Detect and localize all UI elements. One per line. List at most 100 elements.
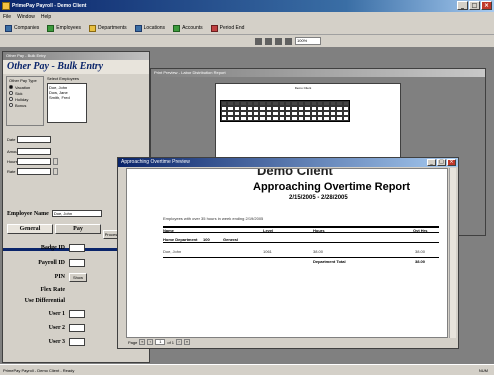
zoom-icon[interactable] bbox=[285, 37, 292, 45]
employee-listbox[interactable]: Doe, John Dow, Jane Smith, Fred bbox=[47, 83, 87, 123]
print-preview-title-bar: Print Preview - Labor Distribution Repor… bbox=[151, 69, 485, 77]
user-1-field[interactable] bbox=[69, 310, 85, 318]
zoom-select[interactable]: 100% bbox=[295, 37, 321, 45]
toolbar-companies-button[interactable]: Companies bbox=[3, 23, 41, 33]
tab-general[interactable]: General bbox=[7, 224, 53, 234]
badge-id-field[interactable] bbox=[69, 244, 85, 252]
toolbar-accounts-label: Accounts bbox=[182, 25, 203, 31]
report-maximize-button[interactable]: □ bbox=[437, 159, 446, 166]
print-icon[interactable] bbox=[255, 37, 262, 45]
last-page-button[interactable]: » bbox=[184, 339, 191, 345]
dept-label: Home Department bbox=[163, 237, 198, 242]
radio-label: Vacation bbox=[15, 84, 31, 90]
user-3-label: User 3 bbox=[48, 339, 65, 345]
field-label: Date bbox=[7, 137, 16, 142]
user-2-field[interactable] bbox=[69, 324, 85, 332]
toolbar-accounts-button[interactable]: Accounts bbox=[171, 23, 205, 33]
bulk-entry-title-bar: Other Pay - Bulk Entry bbox=[3, 52, 149, 60]
field-row-amount: Amount bbox=[7, 148, 51, 155]
first-page-button[interactable]: « bbox=[139, 339, 146, 345]
toolbar-locations-button[interactable]: Locations bbox=[133, 23, 167, 33]
user-3-field[interactable] bbox=[69, 338, 85, 346]
user-2-label: User 2 bbox=[48, 325, 65, 331]
table-row: Doe, John 1061 38.00 38.00 bbox=[163, 249, 439, 255]
show-pin-button[interactable]: Show bbox=[69, 273, 87, 282]
export-icon[interactable] bbox=[275, 37, 282, 45]
bulk-entry-banner: Other Pay - Bulk Entry bbox=[3, 60, 149, 74]
app-title-bar: PrimePay Payroll - Demo Client _ □ × bbox=[0, 0, 494, 12]
date-field[interactable] bbox=[17, 136, 51, 143]
page-of-label: of 1 bbox=[167, 339, 175, 345]
radio-dot bbox=[9, 97, 13, 101]
toolbar-employees-label: Employees bbox=[56, 25, 82, 31]
total-value: 38.00 bbox=[415, 259, 426, 264]
window-controls: _ □ × bbox=[457, 1, 492, 11]
toolbar-departments-button[interactable]: Departments bbox=[87, 23, 129, 33]
menu-window[interactable]: Window bbox=[17, 12, 35, 22]
main-toolbar: Companies Employees Departments Location… bbox=[0, 22, 494, 35]
ledger-icon bbox=[173, 24, 181, 32]
prev-page-button[interactable]: ‹ bbox=[147, 339, 154, 345]
minimize-button[interactable]: _ bbox=[457, 1, 468, 10]
report-subtitle: Employees with over 35 hours in week end… bbox=[163, 216, 264, 221]
calendar-icon bbox=[210, 24, 218, 32]
row-ovt: 38.00 bbox=[415, 249, 426, 254]
employee-list-label: Select Employees bbox=[47, 76, 80, 81]
pay-type-group: Other Pay Type Vacation Sick Holiday Bon… bbox=[6, 76, 44, 126]
report-title-bar: Approaching Overtime Preview _ □ × bbox=[118, 158, 458, 167]
field-row-rate: Rate bbox=[7, 168, 58, 175]
page-setup-icon[interactable] bbox=[265, 37, 272, 45]
tab-pay[interactable]: Pay bbox=[55, 224, 101, 234]
employee-name-field[interactable]: Doe, John bbox=[51, 210, 102, 217]
status-num-lock: NUM bbox=[478, 368, 488, 373]
total-label: Department Total bbox=[313, 259, 346, 264]
report-vertical-scrollbar[interactable] bbox=[449, 168, 456, 338]
field-label: Amount bbox=[7, 149, 21, 154]
use-differential-label: Use Differential bbox=[24, 298, 65, 304]
report-close-button[interactable]: × bbox=[447, 159, 456, 166]
row-name: Doe, John bbox=[163, 249, 182, 254]
toolbar-period-end-button[interactable]: Period End bbox=[209, 23, 247, 33]
maximize-button[interactable]: □ bbox=[469, 1, 480, 10]
toolbar-employees-button[interactable]: Employees bbox=[45, 23, 83, 33]
report-minimize-button[interactable]: _ bbox=[427, 159, 436, 166]
report-grid-thumbnail bbox=[220, 100, 350, 122]
app-title: PrimePay Payroll - Demo Client bbox=[12, 3, 87, 9]
toolbar-locations-label: Locations bbox=[143, 25, 166, 31]
hours-spinner[interactable] bbox=[53, 158, 58, 165]
report-column-headers: Name Level Hours Ovt Hrs bbox=[163, 226, 439, 233]
report-page-navigator: Page « ‹ 1 of 1 › » bbox=[126, 338, 448, 346]
dept-code: 100 bbox=[203, 237, 210, 242]
department-row: Home Department 100 General bbox=[163, 237, 439, 243]
pay-type-radio-bonus[interactable]: Bonus bbox=[9, 102, 43, 108]
people-icon bbox=[47, 24, 55, 32]
rate-spinner[interactable] bbox=[53, 168, 58, 175]
report-company-name: Demo Client bbox=[257, 168, 333, 178]
row-level: 1061 bbox=[263, 249, 272, 254]
approaching-overtime-window: Approaching Overtime Preview _ □ × Demo … bbox=[117, 157, 459, 349]
field-row-hours: Hours bbox=[7, 158, 58, 165]
dept-name: General bbox=[223, 237, 238, 242]
report-window-controls: _ □ × bbox=[427, 159, 456, 166]
toolbar-companies-label: Companies bbox=[14, 25, 40, 31]
payroll-id-field[interactable] bbox=[69, 259, 85, 267]
hours-field[interactable] bbox=[17, 158, 51, 165]
page-number-field[interactable]: 1 bbox=[155, 339, 166, 345]
badge-id-label: Badge ID bbox=[40, 245, 65, 251]
employee-name-label: Employee Name bbox=[7, 210, 49, 217]
menu-file[interactable]: File bbox=[3, 12, 11, 22]
next-page-button[interactable]: › bbox=[176, 339, 183, 345]
flex-rate-label: Flex Rate bbox=[40, 287, 66, 293]
radio-label: Bonus bbox=[15, 102, 27, 108]
menu-help[interactable]: Help bbox=[41, 12, 51, 22]
amount-field[interactable] bbox=[17, 148, 51, 155]
field-label: Hours bbox=[7, 159, 18, 164]
list-item[interactable]: Smith, Fred bbox=[49, 95, 85, 100]
report-heading: Approaching Overtime Report bbox=[253, 181, 411, 193]
col-ovt-hours: Ovt Hrs bbox=[413, 228, 428, 233]
menu-bar: File Window Help bbox=[0, 12, 494, 22]
toolbar-departments-label: Departments bbox=[98, 25, 127, 31]
close-button[interactable]: × bbox=[481, 1, 492, 10]
rate-field[interactable] bbox=[17, 168, 51, 175]
status-text: PrimePay Payroll - Demo Client - Ready bbox=[3, 368, 75, 373]
